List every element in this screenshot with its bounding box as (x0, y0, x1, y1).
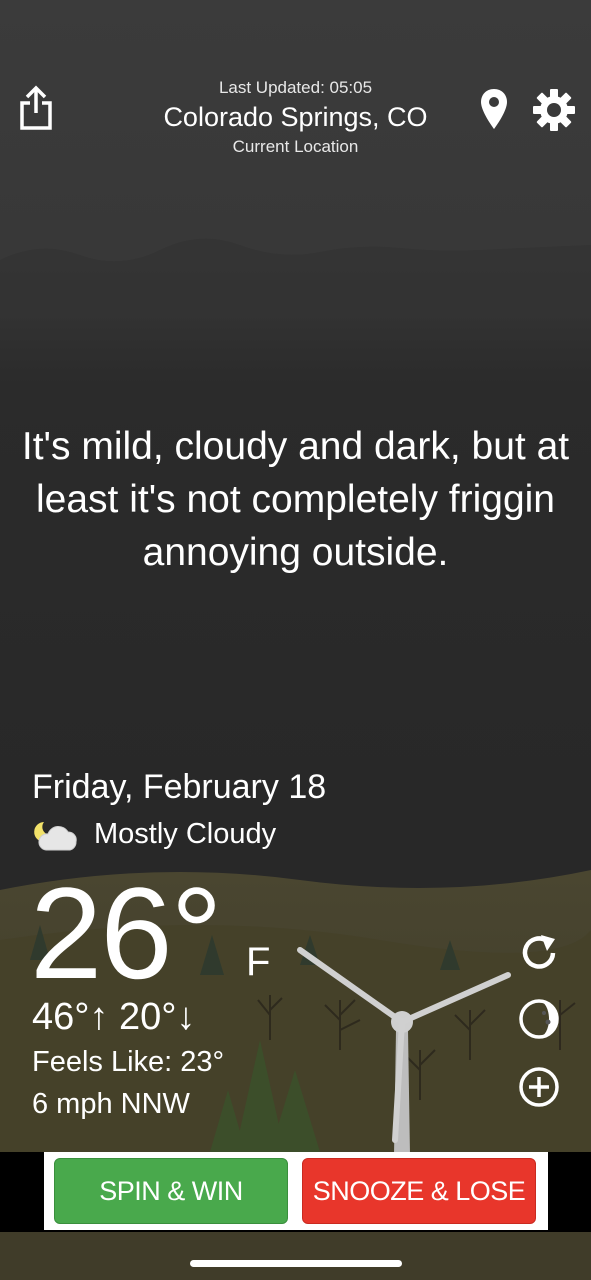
spin-win-button[interactable]: SPIN & WIN (54, 1158, 288, 1224)
arrow-up-icon: ↑ (89, 996, 109, 1038)
snooze-lose-button[interactable]: SNOOZE & LOSE (302, 1158, 536, 1224)
add-circle-icon (519, 1067, 559, 1107)
location-pin-icon (481, 89, 507, 129)
low-temp: 20° (119, 996, 177, 1038)
arrow-down-icon: ↓ (176, 996, 196, 1038)
weather-message: It's mild, cloudy and dark, but at least… (21, 425, 570, 574)
high-temp: 46° (32, 996, 90, 1038)
feels-like: Feels Like: 23° (32, 1046, 225, 1078)
condition-text: Mostly Cloudy (94, 818, 277, 850)
refresh-icon (522, 935, 556, 969)
current-temperature: 26° (30, 860, 223, 1006)
gear-icon (533, 89, 575, 131)
home-indicator[interactable] (190, 1260, 402, 1267)
location-label: Current Location (232, 137, 359, 156)
settings-button[interactable] (530, 86, 578, 134)
add-button[interactable] (516, 1064, 562, 1110)
forecast-date: Friday, February 18 (32, 768, 327, 806)
wind-info: 6 mph NNW (32, 1088, 190, 1120)
ad-banner: SPIN & WIN SNOOZE & LOSE (0, 1152, 591, 1232)
partly-cloudy-night-icon (32, 820, 80, 854)
location-button[interactable] (476, 86, 512, 132)
moon-phase-icon (519, 999, 559, 1039)
high-low: 46°↑ 20°↓ (32, 996, 196, 1039)
temperature-unit[interactable]: F (246, 940, 270, 985)
moon-phase-button[interactable] (516, 996, 562, 1042)
ad-panel: SPIN & WIN SNOOZE & LOSE (44, 1152, 548, 1230)
refresh-button[interactable] (516, 930, 562, 976)
